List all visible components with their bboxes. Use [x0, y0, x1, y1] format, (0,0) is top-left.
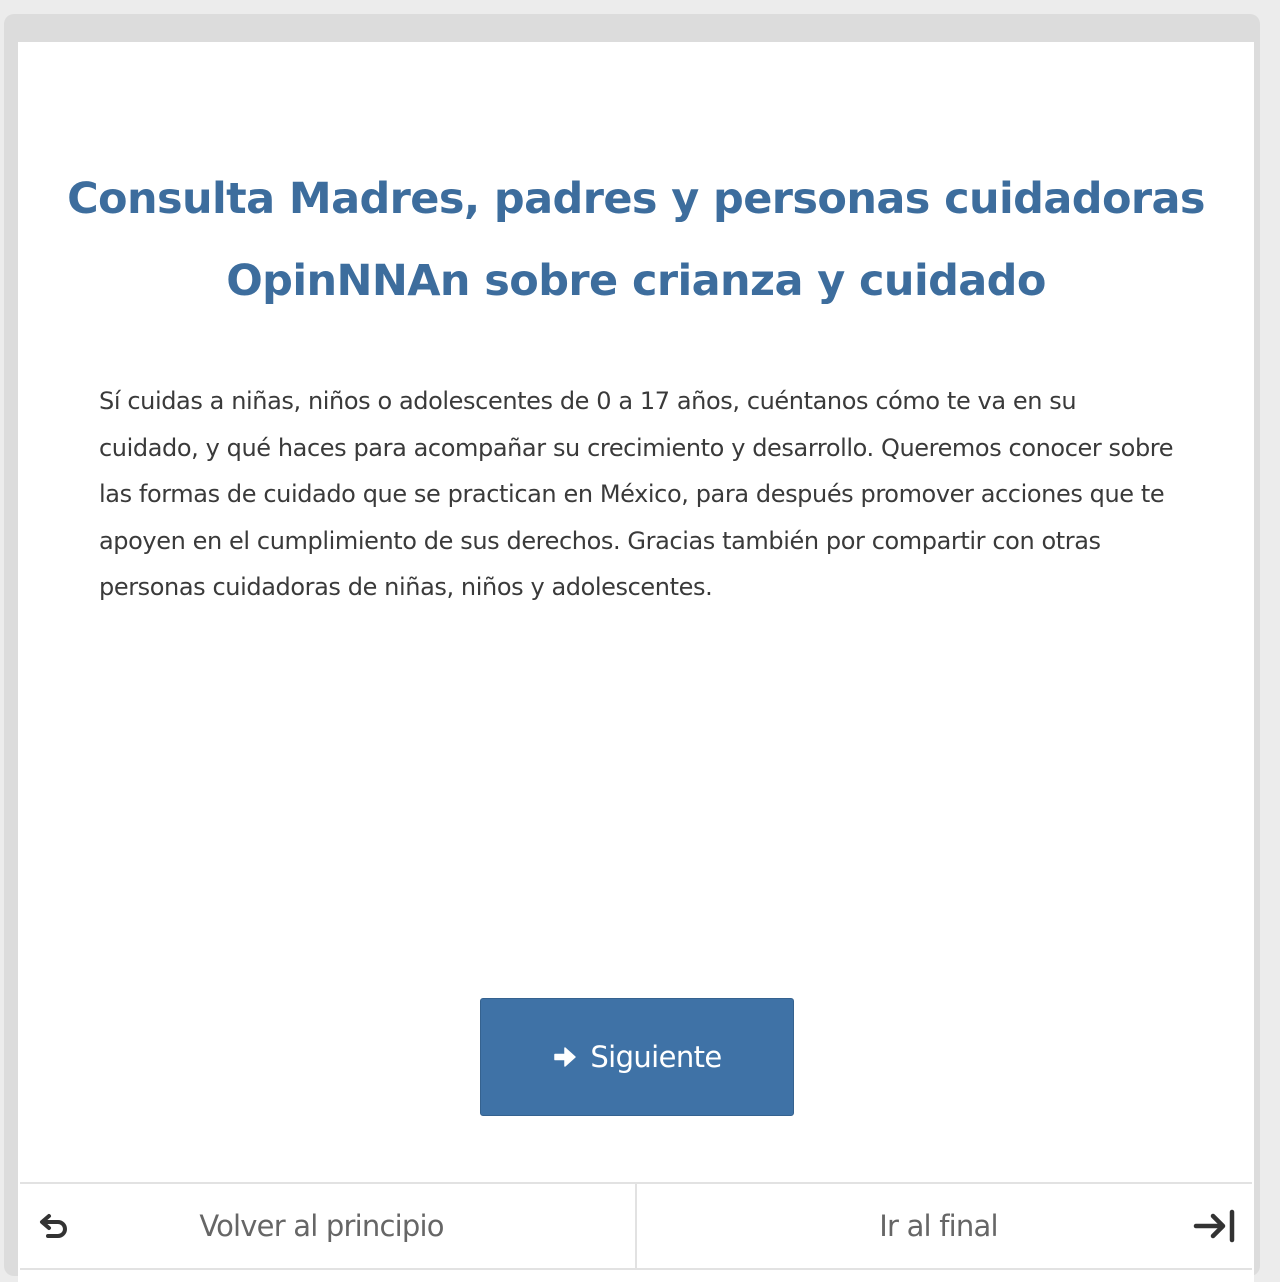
survey-frame: Consulta Madres, padres y personas cuida…: [4, 14, 1260, 1282]
arrow-right-icon: [552, 1044, 578, 1070]
back-to-start-button[interactable]: Volver al principio: [20, 1184, 637, 1268]
next-button-label: Siguiente: [590, 1040, 722, 1074]
survey-description: Sí cuidas a niñas, niños o adolescentes …: [99, 387, 1174, 601]
survey-title: Consulta Madres, padres y personas cuida…: [67, 174, 1205, 306]
back-to-start-label: Volver al principio: [199, 1209, 444, 1243]
arrow-to-end-icon: [1192, 1207, 1238, 1245]
next-button[interactable]: Siguiente: [480, 998, 794, 1116]
go-to-end-label: Ir al final: [879, 1209, 998, 1243]
go-to-end-button[interactable]: Ir al final: [637, 1184, 1252, 1268]
footer-navigation: Volver al principio Ir al final: [20, 1182, 1252, 1270]
survey-card: Consulta Madres, padres y personas cuida…: [18, 42, 1254, 1282]
undo-arrow-icon: [38, 1209, 72, 1243]
